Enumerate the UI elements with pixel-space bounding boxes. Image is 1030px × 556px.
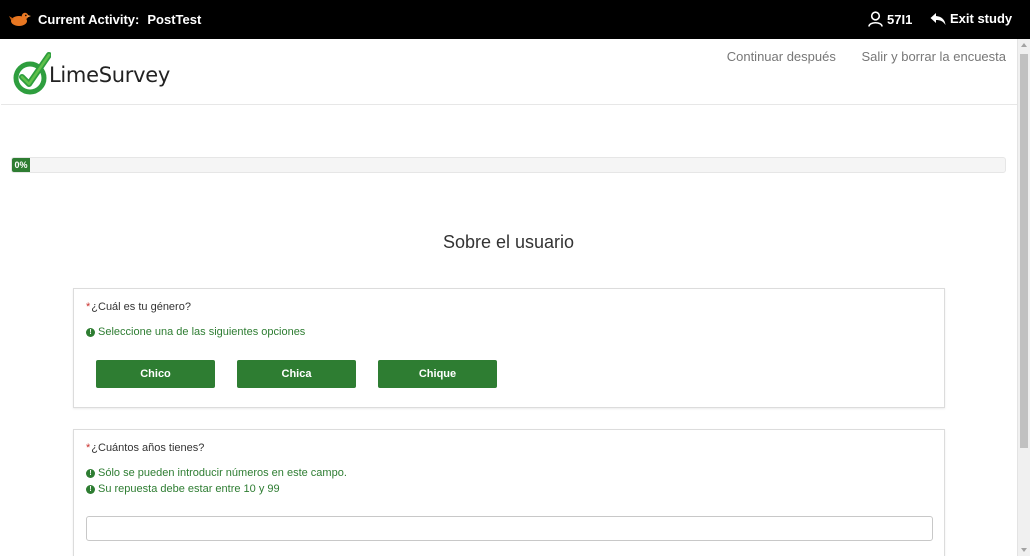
question-text: *¿Cuál es tu género? [86,301,191,313]
page-scrollbar[interactable] [1017,39,1030,556]
option-chico-button[interactable]: Chico [96,360,215,388]
exit-study-label: Exit study [950,11,1013,26]
mandatory-asterisk-icon: * [86,301,91,313]
option-chique-button[interactable]: Chique [378,360,497,388]
header-nav: Continuar después Salir y borrar la encu… [705,49,1006,64]
option-chica-button[interactable]: Chica [237,360,356,388]
exclamation-circle-icon: ! [86,468,95,478]
question-age: *¿Cuántos años tienes? ! Sólo se pueden … [73,429,945,556]
help-label: Seleccione una de las siguientes opcione… [98,326,306,338]
help-label: Su repuesta debe estar entre 10 y 99 [98,483,280,495]
age-input[interactable] [86,516,933,541]
screen: Current Activity: PostTest 57I1 Exit stud… [0,0,1030,556]
question-text: *¿Cuántos años tienes? [86,442,204,454]
question-label: ¿Cuál es tu género? [91,301,191,313]
continue-later-link[interactable]: Continuar después [727,49,836,64]
scrollbar-thumb[interactable] [1020,54,1028,448]
activity-label: Current Activity: [38,12,140,27]
progress-fill: 0% [12,158,30,172]
reply-arrow-icon [930,12,946,25]
user-badge: 57I1 [868,11,912,27]
exit-study-button[interactable]: Exit study [930,11,1012,26]
help-label: Sólo se pueden introducir números en est… [98,467,347,479]
mandatory-asterisk-icon: * [86,442,91,454]
progress-bar: 0% [11,157,1006,173]
limesurvey-wordmark: LimeSurvey [49,63,170,87]
exit-and-clear-link[interactable]: Salir y borrar la encuesta [861,49,1006,64]
limesurvey-check-logo [13,52,51,95]
user-id: 57I1 [887,11,913,27]
exclamation-circle-icon: ! [86,484,95,494]
study-topbar: Current Activity: PostTest 57I1 Exit stud… [0,0,1030,39]
help-text: ! Seleccione una de las siguientes opcio… [86,326,305,338]
question-label: ¿Cuántos años tienes? [91,442,205,454]
scroll-up-arrow-icon[interactable] [1021,43,1027,47]
activity-value: PostTest [147,12,202,27]
help-text-numbers-only: ! Sólo se pueden introducir números en e… [86,467,347,479]
group-title: Sobre el usuario [442,232,575,252]
current-activity: Current Activity: PostTest [38,12,201,27]
user-icon [868,11,883,27]
question-gender: *¿Cuál es tu género? ! Seleccione una de… [73,288,945,408]
scroll-down-arrow-icon[interactable] [1021,548,1027,552]
help-text-range: ! Su repuesta debe estar entre 10 y 99 [86,483,280,495]
exclamation-circle-icon: ! [86,327,95,337]
orange-bird-icon [9,12,31,26]
survey-header: LimeSurvey Continuar después Salir y bor… [1,39,1017,105]
limesurvey-logo[interactable]: LimeSurvey [11,50,173,96]
